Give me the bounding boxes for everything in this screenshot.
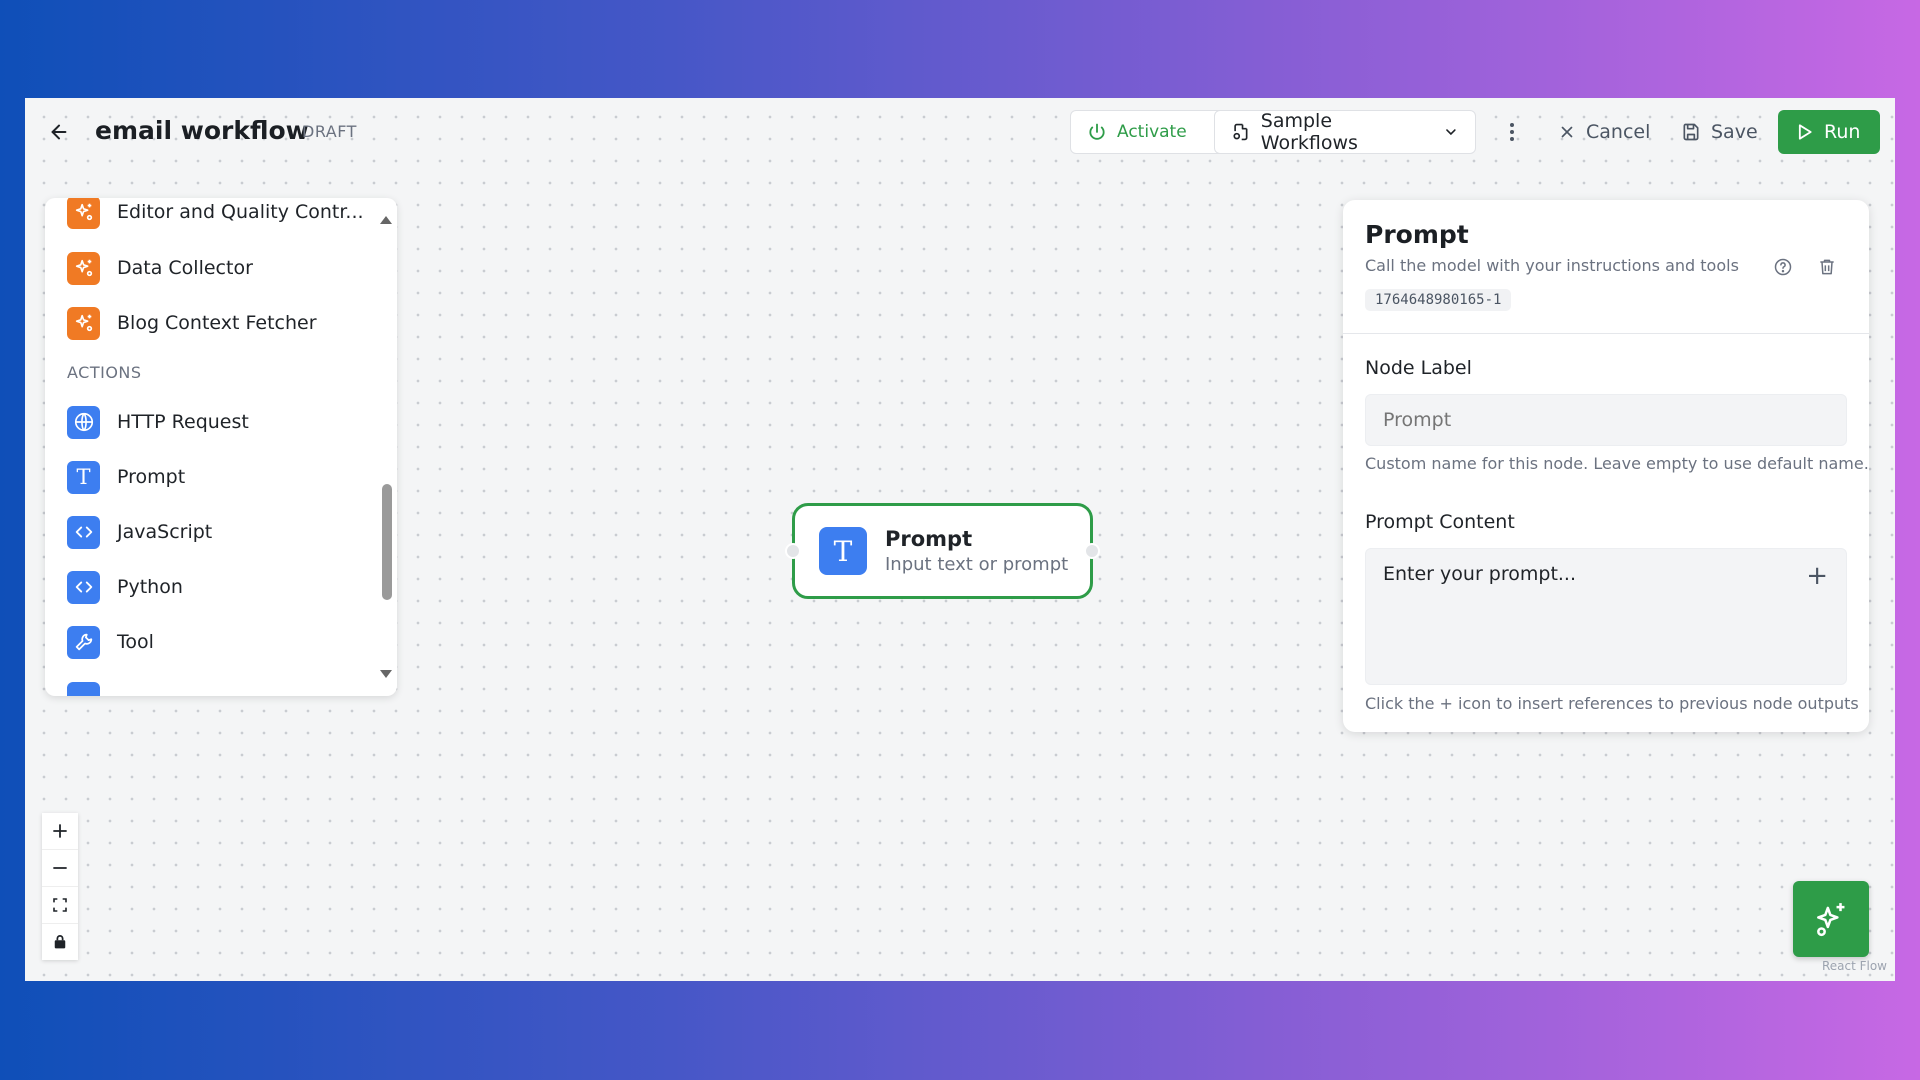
prompt-content-help: Click the + icon to insert references to…: [1365, 694, 1859, 713]
panel-description: Call the model with your instructions an…: [1365, 256, 1739, 275]
activate-button[interactable]: Activate: [1070, 110, 1236, 154]
node-title: Prompt: [885, 527, 973, 551]
run-button[interactable]: Run: [1778, 110, 1880, 154]
palette-item-blog-context-fetcher[interactable]: Blog Context Fetcher: [67, 303, 317, 343]
save-button[interactable]: Save: [1675, 110, 1775, 154]
help-button[interactable]: [1771, 255, 1795, 279]
close-icon: [1561, 126, 1573, 138]
play-icon: [1798, 124, 1812, 140]
agent-sparkle-icon: [67, 306, 100, 340]
agent-sparkle-icon: [67, 251, 100, 285]
lock-icon: [54, 935, 66, 949]
text-t-icon: T: [819, 527, 867, 575]
back-button[interactable]: [43, 116, 75, 148]
palette-item-tool[interactable]: Tool: [67, 622, 154, 662]
trash-icon: [1820, 259, 1834, 275]
node-subtitle: Input text or prompt: [885, 554, 1069, 575]
more-options-button[interactable]: [1495, 110, 1529, 154]
palette-item-label: JavaScript: [117, 521, 213, 543]
node-label-help: Custom name for this node. Leave empty t…: [1365, 454, 1869, 473]
input-handle[interactable]: [785, 543, 801, 559]
zoom-out-button[interactable]: [42, 850, 78, 887]
node-palette: Editor and Quality Contr... Data Collect…: [45, 198, 397, 696]
palette-item-label: HTTP Request: [117, 411, 249, 433]
sample-workflows-dropdown[interactable]: Sample Workflows: [1214, 110, 1476, 154]
scroll-up-arrow[interactable]: [380, 216, 392, 224]
palette-item-label: Prompt: [117, 466, 186, 488]
cancel-button[interactable]: Cancel: [1552, 110, 1662, 154]
panel-divider: [1343, 333, 1869, 334]
palette-item-label: Editor and Quality Contr...: [117, 201, 364, 223]
minus-icon: [53, 867, 67, 869]
delete-node-button[interactable]: [1815, 255, 1839, 279]
palette-item-javascript[interactable]: JavaScript: [67, 512, 212, 552]
panel-title: Prompt: [1365, 220, 1469, 249]
activate-label: Activate: [1117, 122, 1187, 142]
node-label-heading: Node Label: [1365, 357, 1472, 379]
wrench-icon: [67, 625, 100, 659]
lock-button[interactable]: [42, 924, 78, 960]
agent-sparkle-icon: [67, 198, 100, 229]
palette-item-label: Blog Context Fetcher: [117, 312, 317, 334]
palette-item-label: Data Collector: [117, 257, 253, 279]
sparkles-icon: [1817, 903, 1845, 937]
prompt-content-editor[interactable]: Enter your prompt... +: [1365, 548, 1847, 685]
canvas-controls: [42, 813, 78, 960]
palette-item-label: Tool: [117, 631, 154, 653]
palette-item-partial[interactable]: [67, 682, 100, 696]
prompt-placeholder: Enter your prompt...: [1383, 563, 1577, 585]
palette-item-editor-quality[interactable]: Editor and Quality Contr...: [67, 198, 364, 232]
cancel-label: Cancel: [1586, 121, 1651, 143]
code-icon: [67, 570, 100, 604]
section-heading-actions: ACTIONS: [67, 363, 142, 382]
workflow-title: email workflow: [95, 116, 309, 145]
fit-view-button[interactable]: [42, 887, 78, 924]
save-icon: [1683, 123, 1699, 141]
help-circle-icon: [1774, 258, 1792, 276]
node-id-badge: 1764648980165-1: [1365, 289, 1512, 311]
more-vertical-icon: [1510, 123, 1514, 141]
palette-item-data-collector[interactable]: Data Collector: [67, 248, 253, 288]
code-icon: [67, 515, 100, 549]
save-label: Save: [1711, 121, 1758, 143]
workflow-editor: email workflow DRAFT Activate Sample Wor…: [25, 98, 1895, 981]
fit-view-icon: [53, 898, 67, 912]
palette-item-label: Python: [117, 576, 183, 598]
plus-icon: [53, 824, 67, 838]
status-badge: DRAFT: [302, 122, 357, 141]
text-t-icon: T: [67, 460, 100, 494]
palette-scrollbar[interactable]: [382, 484, 392, 600]
prompt-node[interactable]: T Prompt Input text or prompt: [785, 503, 1100, 599]
globe-icon: [67, 405, 100, 439]
sample-workflows-label: Sample Workflows: [1260, 110, 1358, 154]
output-handle[interactable]: [1084, 543, 1100, 559]
ai-assistant-button[interactable]: [1793, 881, 1869, 957]
react-flow-attribution[interactable]: React Flow: [1822, 959, 1887, 973]
zoom-in-button[interactable]: [42, 813, 78, 850]
arrow-left-icon: [51, 124, 67, 140]
power-icon: [1089, 123, 1105, 140]
scroll-down-arrow[interactable]: [380, 670, 392, 678]
insert-reference-button[interactable]: +: [1806, 563, 1828, 589]
chevron-down-icon: [1446, 129, 1456, 136]
palette-item-http-request[interactable]: HTTP Request: [67, 402, 249, 442]
run-label: Run: [1824, 121, 1861, 143]
palette-item-python[interactable]: Python: [67, 567, 183, 607]
prompt-content-heading: Prompt Content: [1365, 511, 1515, 533]
node-label-input[interactable]: [1365, 394, 1847, 446]
node-properties-panel: Prompt Call the model with your instruct…: [1343, 200, 1869, 732]
plus-icon: +: [1806, 561, 1828, 591]
file-gear-icon: [1233, 123, 1248, 141]
palette-item-prompt[interactable]: T Prompt: [67, 457, 185, 497]
